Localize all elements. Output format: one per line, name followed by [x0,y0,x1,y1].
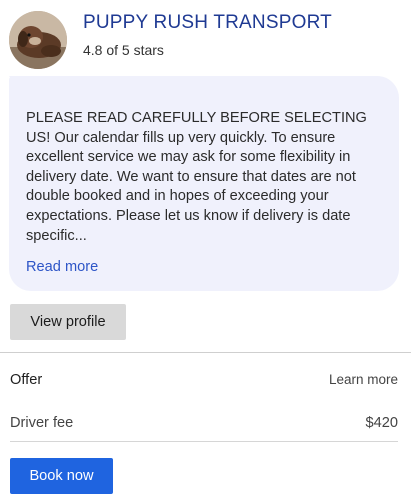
company-name[interactable]: PUPPY RUSH TRANSPORT [83,12,332,34]
section-divider [0,352,411,353]
read-more-link[interactable]: Read more [26,259,98,275]
offer-title: Offer [10,372,43,388]
avatar[interactable] [9,11,67,69]
driver-fee-label: Driver fee [10,415,74,431]
driver-fee-row: Driver fee $420 [10,415,398,431]
header-text: PUPPY RUSH TRANSPORT 4.8 of 5 stars [83,11,332,58]
transporter-card: PUPPY RUSH TRANSPORT 4.8 of 5 stars PLEA… [0,0,411,504]
transporter-header: PUPPY RUSH TRANSPORT 4.8 of 5 stars [9,11,332,69]
driver-fee-value: $420 [365,415,398,431]
bubble-tail [9,76,21,92]
rating-text: 4.8 of 5 stars [83,42,164,58]
dog-photo-icon [9,11,67,69]
offer-row: Offer Learn more [10,372,398,388]
description-text: PLEASE READ CAREFULLY BEFORE SELECTING U… [26,110,367,244]
description-bubble: PLEASE READ CAREFULLY BEFORE SELECTING U… [9,76,399,291]
book-now-button[interactable]: Book now [10,458,113,494]
view-profile-button[interactable]: View profile [10,304,126,340]
fee-divider [10,441,398,442]
learn-more-link[interactable]: Learn more [329,372,398,387]
